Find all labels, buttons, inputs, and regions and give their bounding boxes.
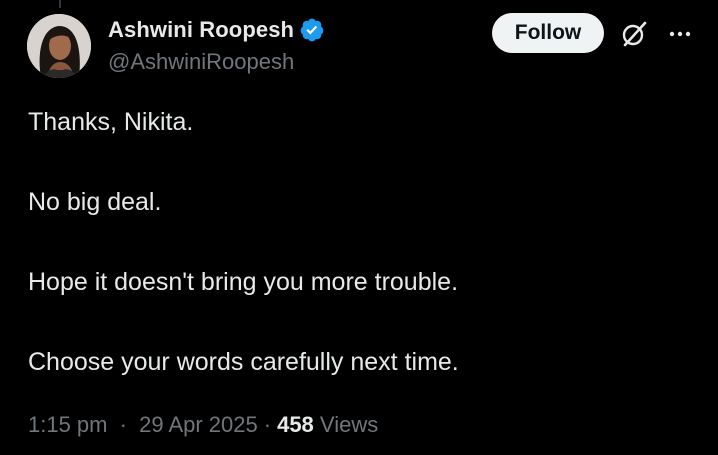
tweet-date: 29 Apr 2025 xyxy=(139,412,258,437)
avatar[interactable] xyxy=(27,14,91,78)
meta-separator: · xyxy=(263,412,272,437)
grok-icon[interactable] xyxy=(619,19,649,49)
thread-connector-line xyxy=(59,0,61,8)
author-display-name[interactable]: Ashwini Roopesh xyxy=(108,17,294,43)
tweet-paragraph: Hope it doesn't bring you more trouble. xyxy=(28,268,459,296)
tweet-header: Ashwini Roopesh @AshwiniRoopesh Follow xyxy=(27,13,694,79)
author-name-row: Ashwini Roopesh xyxy=(108,15,325,45)
tweet-text: Thanks, Nikita. No big deal. Hope it doe… xyxy=(28,106,688,426)
tweet-paragraph: Choose your words carefully next time. xyxy=(28,348,459,376)
tweet-paragraph: No big deal. xyxy=(28,188,162,216)
tweet-paragraph: Thanks, Nikita. xyxy=(28,108,194,136)
follow-button[interactable]: Follow xyxy=(492,13,604,53)
tweet-time: 1:15 pm xyxy=(28,412,108,437)
meta-separator: · xyxy=(119,412,127,437)
views-count: 458 xyxy=(277,412,314,437)
verified-badge-icon[interactable] xyxy=(299,17,325,43)
author-name-block: Ashwini Roopesh @AshwiniRoopesh xyxy=(108,15,325,75)
tweet-metadata: 1:15 pm · 29 Apr 2025 · 458 Views xyxy=(28,412,378,438)
author-handle[interactable]: @AshwiniRoopesh xyxy=(108,49,325,75)
views-link[interactable]: 458 Views xyxy=(277,412,378,437)
views-label: Views xyxy=(319,412,379,437)
avatar-photo xyxy=(27,14,91,78)
more-options-icon[interactable] xyxy=(667,21,693,47)
tweet-timestamp-link[interactable]: 1:15 pm · 29 Apr 2025 xyxy=(28,412,258,437)
